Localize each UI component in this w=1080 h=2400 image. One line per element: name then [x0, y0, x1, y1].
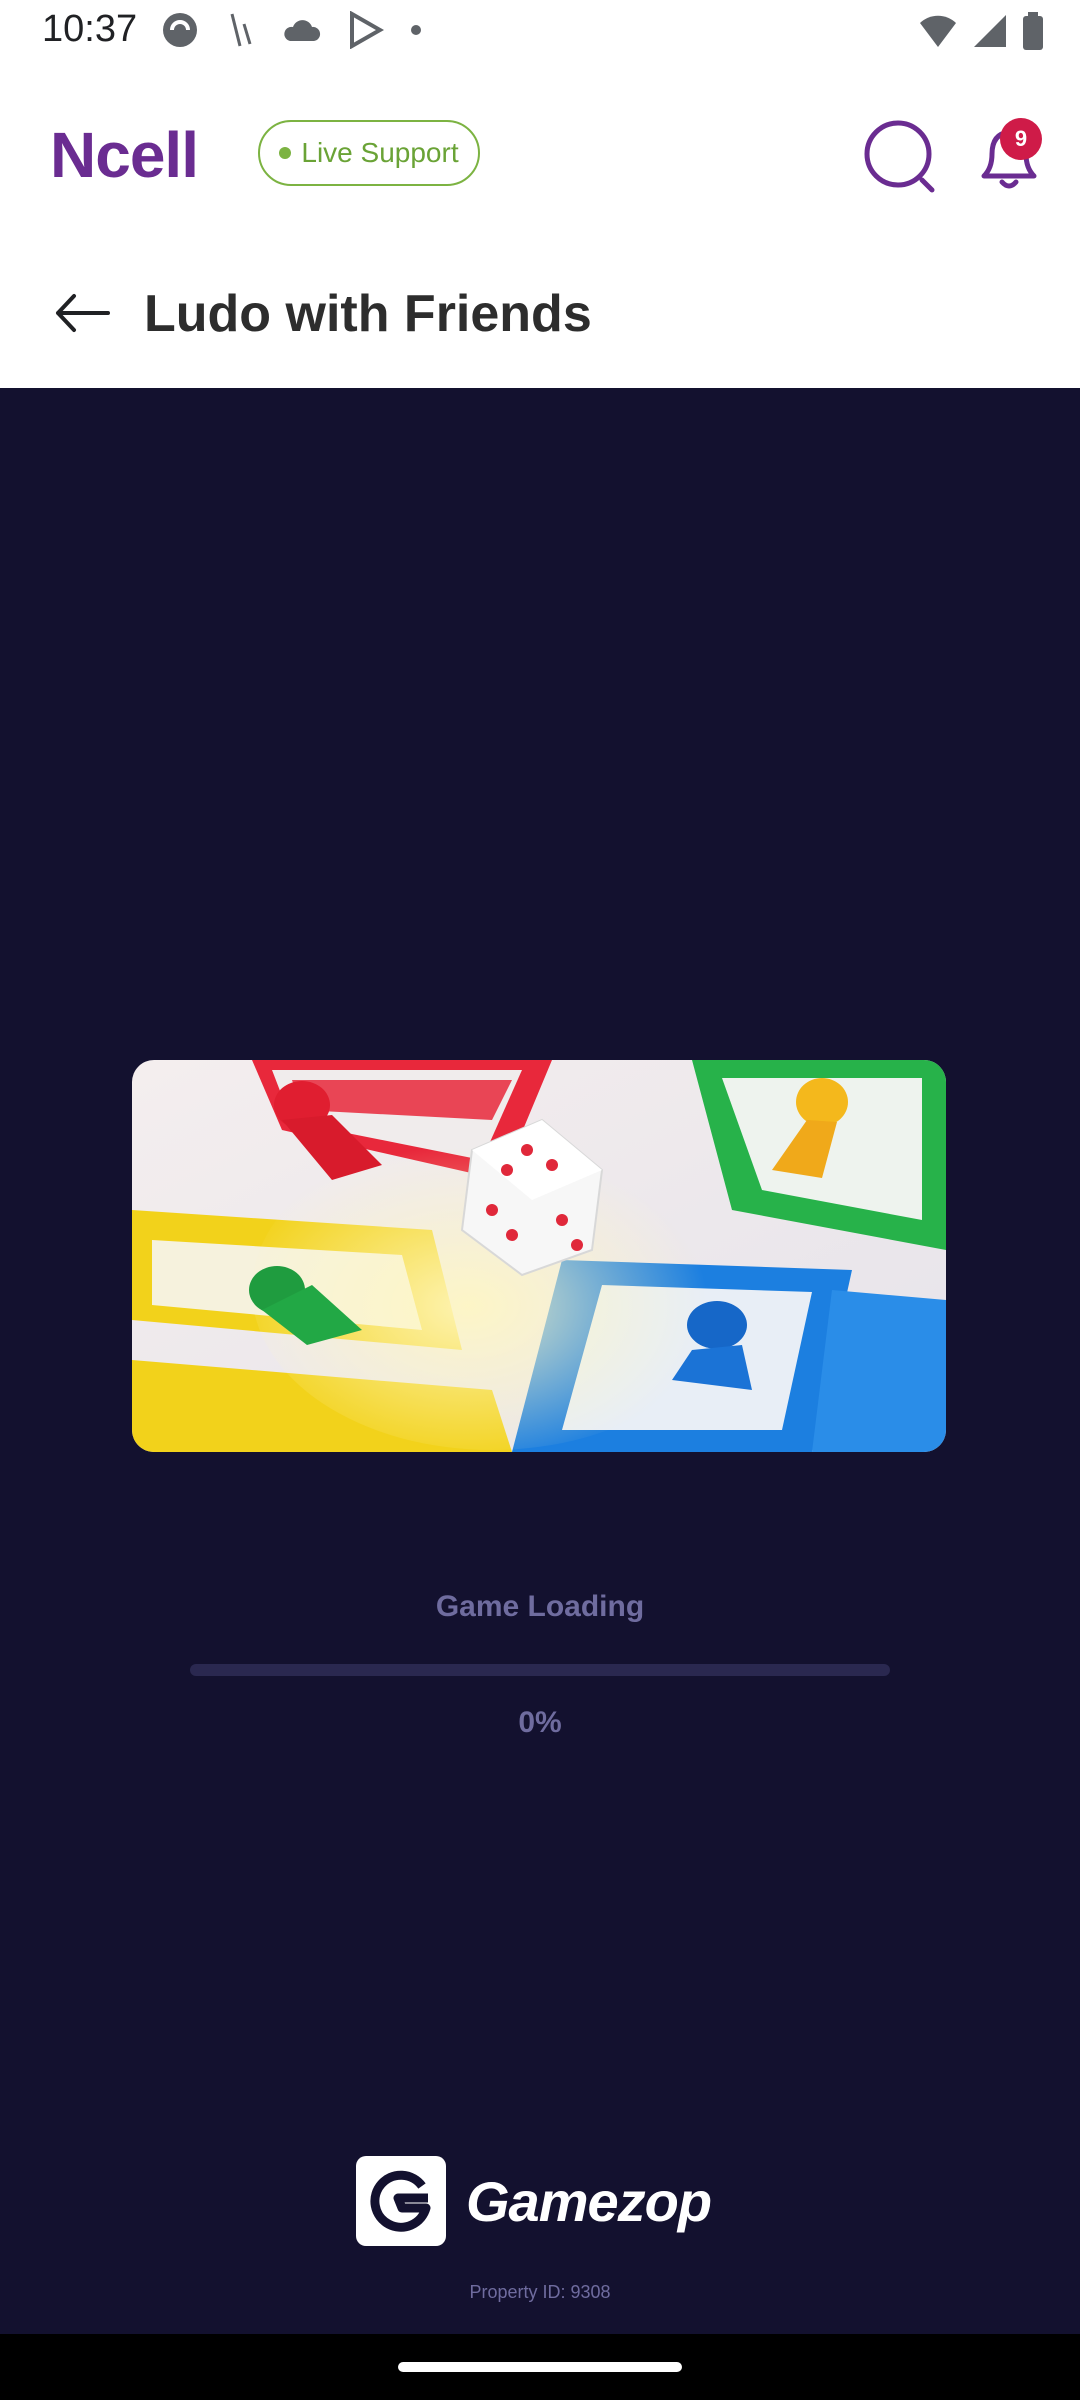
cloud-icon	[284, 20, 321, 41]
gamezop-logo: Gamezop	[356, 2156, 712, 2246]
play-store-icon	[350, 11, 384, 49]
property-id: Property ID: 9308	[469, 2282, 611, 2302]
back-arrow-icon[interactable]	[52, 288, 112, 338]
status-time: 10:37	[42, 8, 138, 50]
status-notification-icons	[160, 10, 422, 50]
live-status-dot	[279, 147, 292, 159]
dot-icon	[411, 25, 421, 35]
loading-percent: 0%	[518, 1706, 562, 1739]
ludo-game-artwork	[132, 1060, 946, 1452]
cell-signal-icon	[974, 15, 1006, 47]
home-gesture-handle[interactable]	[398, 2362, 682, 2372]
search-icon[interactable]	[862, 118, 940, 196]
signal-slash-icon	[230, 13, 252, 47]
gamezop-mark-icon	[356, 2156, 446, 2246]
battery-icon	[1023, 12, 1043, 50]
live-support-button[interactable]: Live Support	[258, 120, 480, 186]
system-nav-bar	[0, 2334, 1080, 2400]
game-loading-label: Game Loading	[435, 1590, 645, 1623]
loading-progress-bar	[190, 1664, 890, 1676]
status-system-icons	[918, 12, 1044, 50]
app-notification-icon	[163, 13, 197, 47]
ncell-logo[interactable]: Ncell	[50, 118, 199, 192]
live-support-label: Live Support	[301, 137, 459, 168]
notification-count-badge: 9	[1000, 118, 1042, 160]
app-header: Ncell Live Support 9 Ludo with Friends	[0, 66, 1080, 388]
status-bar: 10:37	[0, 0, 1080, 66]
game-container[interactable]: Game Loading 0% Gamezop Property ID: 930…	[0, 388, 1080, 2334]
wifi-icon	[920, 15, 956, 47]
gamezop-wordmark: Gamezop	[466, 2169, 712, 2233]
page-title: Ludo with Friends	[144, 285, 592, 343]
